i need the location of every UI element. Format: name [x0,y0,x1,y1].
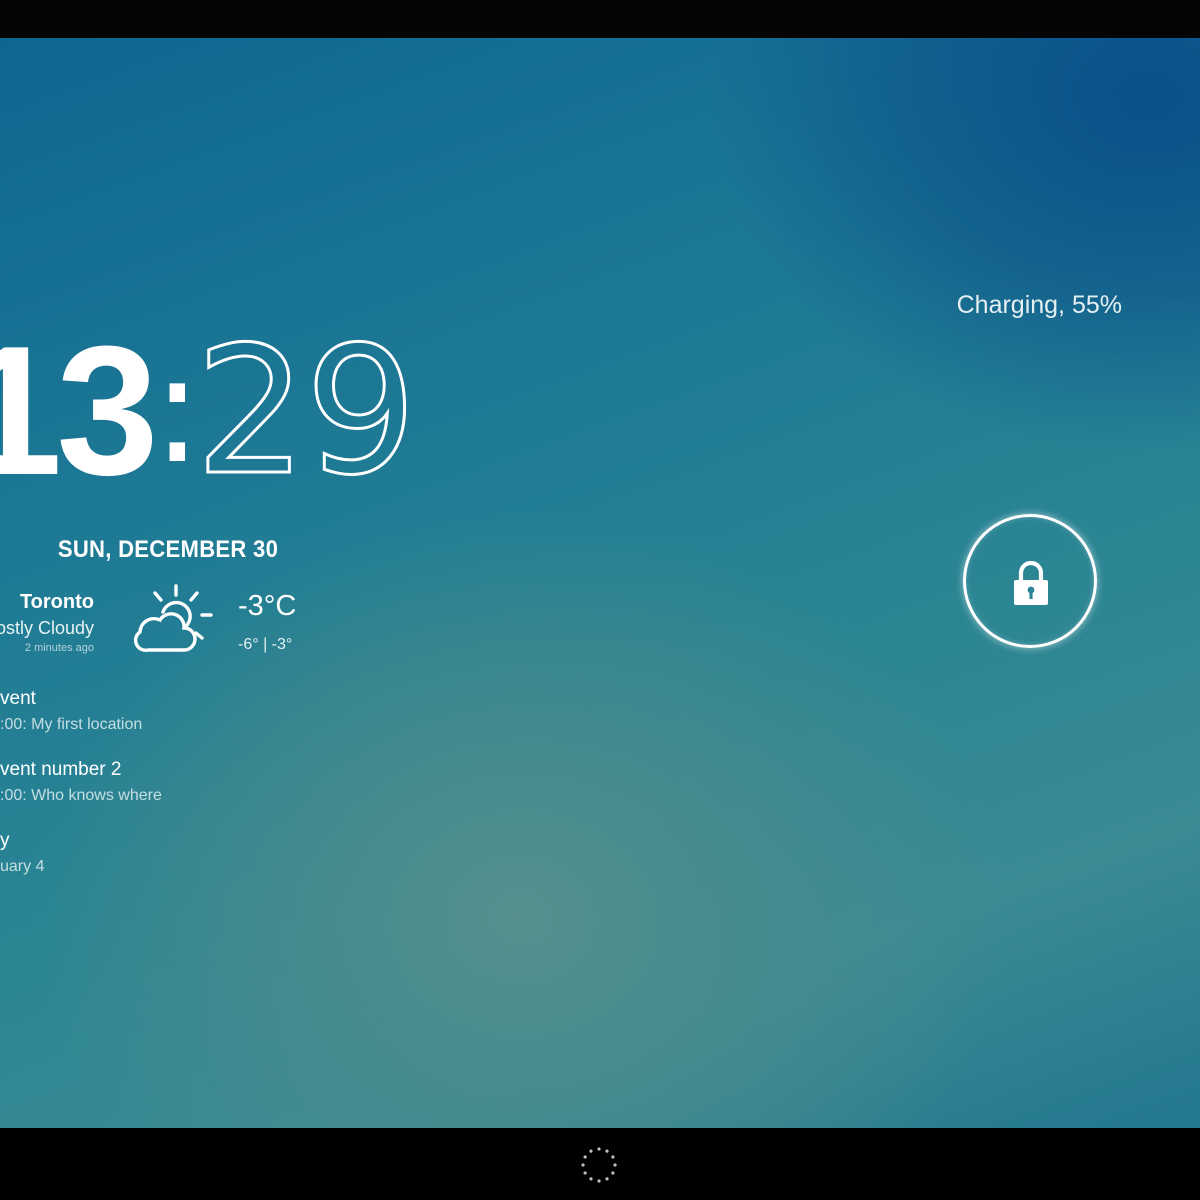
event-title[interactable]: y [0,830,10,852]
padlock-icon [1014,560,1048,605]
charging-status: Charging, 55% [956,291,1122,319]
weather-temperature: -3°C [238,590,297,622]
clock-hours: 13 [0,307,159,513]
clock: 13 : 29 [0,307,420,513]
event-title[interactable]: vent number 2 [0,759,121,781]
event-title[interactable]: vent [0,688,36,710]
event-detail: :00: Who knows where [0,787,162,804]
clock-minutes: 29 [194,309,419,514]
loading-dots-icon[interactable] [580,1146,618,1184]
weather-updated: 2 minutes ago [24,642,94,654]
lock-screen: 13 : 29 SUN, DECEMBER 30 Toronto ostly C… [0,0,1200,1200]
date-label: SUN, DECEMBER 30 [57,536,279,563]
weather-range: -6° | -3° [238,636,293,653]
event-detail: uary 4 [0,858,45,875]
weather-condition: ostly Cloudy [0,618,94,638]
event-detail: :00: My first location [0,716,143,733]
partly-cloudy-icon [133,584,213,652]
weather-city: Toronto [19,591,94,613]
status-bar [0,0,1200,38]
